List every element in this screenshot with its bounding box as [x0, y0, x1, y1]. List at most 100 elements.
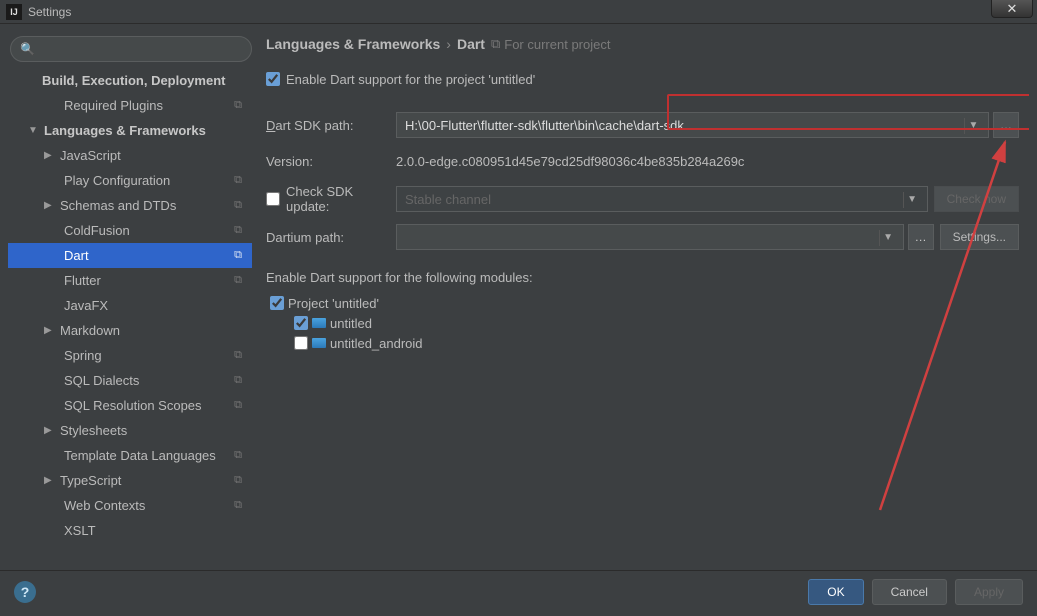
sidebar-item-markdown[interactable]: Markdown: [8, 318, 252, 343]
sidebar-label: Languages & Frameworks: [44, 123, 206, 138]
sidebar-item-spring[interactable]: Spring⧉: [8, 343, 252, 368]
chevron-right-icon: [44, 425, 56, 436]
ok-button[interactable]: OK: [808, 579, 863, 605]
sidebar-label: XSLT: [64, 523, 96, 538]
module-icon: [312, 318, 326, 328]
sidebar-label: Dart: [64, 248, 89, 263]
scope-icon: ⧉: [234, 174, 242, 187]
chevron-down-icon: ▼: [903, 192, 921, 208]
sidebar-label: JavaScript: [60, 148, 121, 163]
sidebar-label: Schemas and DTDs: [60, 198, 176, 213]
enable-dart-checkbox[interactable]: [266, 72, 280, 86]
sidebar-item-flutter[interactable]: Flutter⧉: [8, 268, 252, 293]
check-update-label: Check SDK update:: [286, 184, 396, 214]
sidebar-item-template-langs[interactable]: Template Data Languages ⧉: [8, 443, 252, 468]
app-icon: IJ: [6, 4, 22, 20]
sidebar-item-javascript[interactable]: JavaScript: [8, 143, 252, 168]
scope-icon: ⧉: [234, 474, 242, 487]
sdk-path-value: H:\00-Flutter\flutter-sdk\flutter\bin\ca…: [405, 118, 684, 133]
modules-tree: Project 'untitled' untitled untitled_and…: [266, 293, 1019, 353]
settings-content: Languages & Frameworks Dart ⧉For current…: [262, 32, 1029, 562]
module-checkbox[interactable]: [294, 316, 308, 330]
sidebar-label: SQL Resolution Scopes: [64, 398, 202, 413]
chevron-down-icon[interactable]: ▼: [879, 230, 897, 246]
scope-icon: ⧉: [234, 374, 242, 387]
module-label: untitled: [330, 316, 372, 331]
window-title: Settings: [28, 5, 71, 19]
sidebar-item-schemas[interactable]: Schemas and DTDs ⧉: [8, 193, 252, 218]
sidebar-item-build[interactable]: Build, Execution, Deployment: [8, 68, 252, 93]
dartium-path-combo[interactable]: ▼: [396, 224, 904, 250]
sidebar-label: Stylesheets: [60, 423, 127, 438]
close-button[interactable]: ✕: [991, 0, 1033, 18]
check-now-button[interactable]: Check now: [934, 186, 1019, 212]
sidebar-item-coldfusion[interactable]: ColdFusion⧉: [8, 218, 252, 243]
settings-sidebar: 🔍 Build, Execution, Deployment Required …: [8, 32, 254, 562]
sidebar-item-play[interactable]: Play Configuration ⧉: [8, 168, 252, 193]
project-root-row[interactable]: Project 'untitled': [266, 293, 1019, 313]
scope-icon: ⧉: [234, 449, 242, 462]
module-row[interactable]: untitled_android: [266, 333, 1019, 353]
chevron-right-icon: [44, 150, 56, 161]
sidebar-label: JavaFX: [64, 298, 108, 313]
sidebar-label: Template Data Languages: [64, 448, 216, 463]
chevron-right-icon: [44, 325, 56, 336]
module-checkbox[interactable]: [294, 336, 308, 350]
breadcrumb-leaf: Dart: [457, 36, 485, 52]
annotation-highlight: [667, 94, 1029, 130]
breadcrumb-sep-icon: [446, 36, 451, 52]
scope-icon: ⧉: [234, 499, 242, 512]
sidebar-label: Play Configuration: [64, 173, 170, 188]
check-update-checkbox[interactable]: [266, 192, 280, 206]
project-root-checkbox[interactable]: [270, 296, 284, 310]
sidebar-label: TypeScript: [60, 473, 121, 488]
chevron-right-icon: [44, 475, 56, 486]
sidebar-item-stylesheets[interactable]: Stylesheets: [8, 418, 252, 443]
scope-icon: ⧉: [234, 249, 242, 262]
sidebar-item-sql-dialects[interactable]: SQL Dialects ⧉: [8, 368, 252, 393]
apply-button[interactable]: Apply: [955, 579, 1023, 605]
dartium-settings-button[interactable]: Settings...: [940, 224, 1019, 250]
sidebar-item-required-plugins[interactable]: Required Plugins ⧉: [8, 93, 252, 118]
sidebar-item-typescript[interactable]: TypeScript ⧉: [8, 468, 252, 493]
scope-icon: ⧉: [234, 349, 242, 362]
sidebar-label: Markdown: [60, 323, 120, 338]
sidebar-item-sql-scopes[interactable]: SQL Resolution Scopes ⧉: [8, 393, 252, 418]
enable-dart-label: Enable Dart support for the project 'unt…: [286, 72, 535, 87]
settings-tree[interactable]: Build, Execution, Deployment Required Pl…: [8, 68, 254, 562]
dartium-path-label: Dartium path:: [266, 230, 396, 245]
cancel-button[interactable]: Cancel: [872, 579, 947, 605]
scope-icon: ⧉: [234, 399, 242, 412]
version-label: Version:: [266, 154, 396, 169]
module-row[interactable]: untitled: [266, 313, 1019, 333]
sidebar-item-lang-frameworks[interactable]: Languages & Frameworks: [8, 118, 252, 143]
modules-label: Enable Dart support for the following mo…: [266, 270, 1019, 285]
search-input[interactable]: [10, 36, 252, 62]
help-button[interactable]: ?: [14, 581, 36, 603]
sidebar-label: SQL Dialects: [64, 373, 139, 388]
sidebar-item-web-contexts[interactable]: Web Contexts⧉: [8, 493, 252, 518]
chevron-down-icon: [28, 125, 40, 136]
titlebar: IJ Settings ✕: [0, 0, 1037, 24]
update-channel-combo: Stable channel ▼: [396, 186, 928, 212]
dartium-browse-button[interactable]: …: [908, 224, 934, 250]
version-value: 2.0.0-edge.c080951d45e79cd25df98036c4be8…: [396, 154, 744, 169]
sidebar-item-xslt[interactable]: XSLT: [8, 518, 252, 543]
module-icon: [312, 338, 326, 348]
sidebar-label: Required Plugins: [64, 98, 163, 113]
sdk-path-label: Dart SDK path:: [266, 118, 396, 133]
scope-icon: ⧉: [234, 199, 242, 212]
scope-icon: ⧉: [234, 99, 242, 112]
module-label: untitled_android: [330, 336, 423, 351]
sidebar-label: ColdFusion: [64, 223, 130, 238]
project-root-label: Project 'untitled': [288, 296, 379, 311]
scope-icon: ⧉: [491, 36, 500, 52]
sidebar-item-javafx[interactable]: JavaFX: [8, 293, 252, 318]
scope-icon: ⧉: [234, 274, 242, 287]
project-scope-hint: ⧉For current project: [491, 36, 611, 52]
breadcrumb: Languages & Frameworks Dart ⧉For current…: [266, 36, 1019, 52]
chevron-right-icon: [44, 200, 56, 211]
sidebar-label: Build, Execution, Deployment: [42, 73, 225, 88]
sidebar-item-dart[interactable]: Dart ⧉: [8, 243, 252, 268]
breadcrumb-root[interactable]: Languages & Frameworks: [266, 36, 440, 52]
